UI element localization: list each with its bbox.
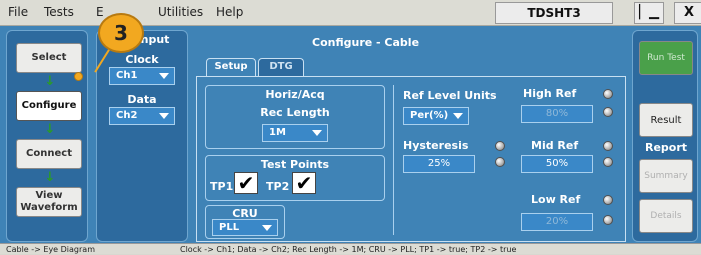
hysteresis-field[interactable]: 25% [403, 155, 475, 173]
navigation-panel: Select ↓ Configure ↓ Connect ↓ View Wave… [6, 30, 88, 242]
instrument-title: TDSHT3 [495, 2, 613, 24]
configure-button[interactable]: Configure [16, 91, 82, 121]
menu-edit[interactable]: E [96, 5, 104, 19]
view-waveform-button[interactable]: View Waveform [16, 187, 82, 217]
hysteresis-knob-icon[interactable] [495, 141, 505, 151]
run-test-button[interactable]: Run Test [639, 41, 693, 75]
caret-down-icon [159, 113, 169, 119]
action-panel: Run Test Result Report Summary Details [632, 30, 698, 242]
down-arrow-icon: ↓ [44, 74, 56, 89]
configure-panel: Configure - Cable Setup DTG Horiz/Acq Re… [192, 30, 628, 242]
hysteresis-label: Hysteresis [403, 139, 469, 152]
tp1-checkbox[interactable]: ✔ [234, 172, 258, 194]
input-panel: Input Clock Ch1 Data Ch2 [96, 30, 188, 242]
data-dropdown[interactable]: Ch2 [109, 107, 175, 125]
test-points-label: Test Points [260, 158, 330, 171]
test-points-group: Test Points TP1 ✔ TP2 ✔ [205, 155, 385, 201]
caret-down-icon [312, 130, 322, 136]
checkmark-icon: ✔ [295, 171, 313, 195]
tab-dtg[interactable]: DTG [258, 58, 304, 76]
report-label: Report [644, 141, 688, 154]
clock-label: Clock [125, 53, 159, 66]
rec-length-value: 1M [269, 127, 286, 138]
low-ref-label: Low Ref [531, 193, 581, 206]
menu-help[interactable]: Help [216, 5, 243, 19]
status-right: Clock -> Ch1; Data -> Ch2; Rec Length ->… [180, 245, 517, 254]
ref-level-units-label: Ref Level Units [403, 89, 497, 102]
down-arrow-icon: ↓ [44, 170, 56, 185]
horiz-acq-label: Horiz/Acq [265, 88, 325, 101]
menu-file[interactable]: File [8, 5, 28, 19]
high-ref-knob-icon[interactable] [603, 89, 613, 99]
tp1-label: TP1 [210, 180, 234, 193]
select-button[interactable]: Select [16, 43, 82, 73]
tab-setup[interactable]: Setup [206, 58, 256, 76]
high-ref-knob-icon[interactable] [603, 107, 613, 117]
close-button[interactable]: X [674, 2, 701, 24]
ref-level-units-dropdown[interactable]: Per(%) [403, 107, 469, 125]
callout-dot [74, 72, 83, 81]
caret-down-icon [262, 225, 272, 231]
low-ref-field[interactable]: 20% [521, 213, 593, 231]
callout-badge: 3 [98, 13, 144, 53]
vertical-divider [393, 85, 394, 235]
clock-dropdown[interactable]: Ch1 [109, 67, 175, 85]
horiz-acq-group: Horiz/Acq Rec Length 1M [205, 85, 385, 149]
down-arrow-icon: ↓ [44, 122, 56, 137]
cru-dropdown[interactable]: PLL [212, 219, 278, 236]
summary-button[interactable]: Summary [639, 159, 693, 193]
minimize-icon: ▏▁ [639, 5, 659, 20]
tp2-label: TP2 [266, 180, 290, 193]
status-bar: Cable -> Eye Diagram Clock -> Ch1; Data … [0, 243, 701, 254]
low-ref-knob-icon[interactable] [603, 195, 613, 205]
tp2-checkbox[interactable]: ✔ [292, 172, 316, 194]
cru-group: CRU PLL [205, 205, 285, 239]
caret-down-icon [159, 73, 169, 79]
data-label: Data [127, 93, 157, 106]
rec-length-label: Rec Length [260, 106, 330, 119]
high-ref-label: High Ref [523, 87, 577, 100]
ref-level-units-value: Per(%) [410, 110, 449, 121]
high-ref-field[interactable]: 80% [521, 105, 593, 123]
result-button[interactable]: Result [639, 103, 693, 137]
data-dropdown-value: Ch2 [116, 110, 138, 121]
mid-ref-knob-icon[interactable] [603, 157, 613, 167]
close-icon: X [683, 5, 695, 20]
details-button[interactable]: Details [639, 199, 693, 233]
setup-tab-content: Horiz/Acq Rec Length 1M Test Points TP1 … [196, 76, 626, 242]
minimize-button[interactable]: ▏▁ [634, 2, 664, 24]
hysteresis-knob-icon[interactable] [495, 157, 505, 167]
clock-dropdown-value: Ch1 [116, 70, 138, 81]
mid-ref-label: Mid Ref [531, 139, 579, 152]
mid-ref-knob-icon[interactable] [603, 141, 613, 151]
low-ref-knob-icon[interactable] [603, 215, 613, 225]
rec-length-dropdown[interactable]: 1M [262, 124, 328, 142]
status-left: Cable -> Eye Diagram [6, 245, 95, 254]
mid-ref-field[interactable]: 50% [521, 155, 593, 173]
caret-down-icon [453, 113, 463, 119]
menu-tests[interactable]: Tests [44, 5, 74, 19]
configure-title: Configure - Cable [312, 36, 420, 49]
connect-button[interactable]: Connect [16, 139, 82, 169]
checkmark-icon: ✔ [237, 171, 255, 195]
menu-utilities[interactable]: Utilities [158, 5, 203, 19]
cru-value: PLL [219, 222, 240, 233]
